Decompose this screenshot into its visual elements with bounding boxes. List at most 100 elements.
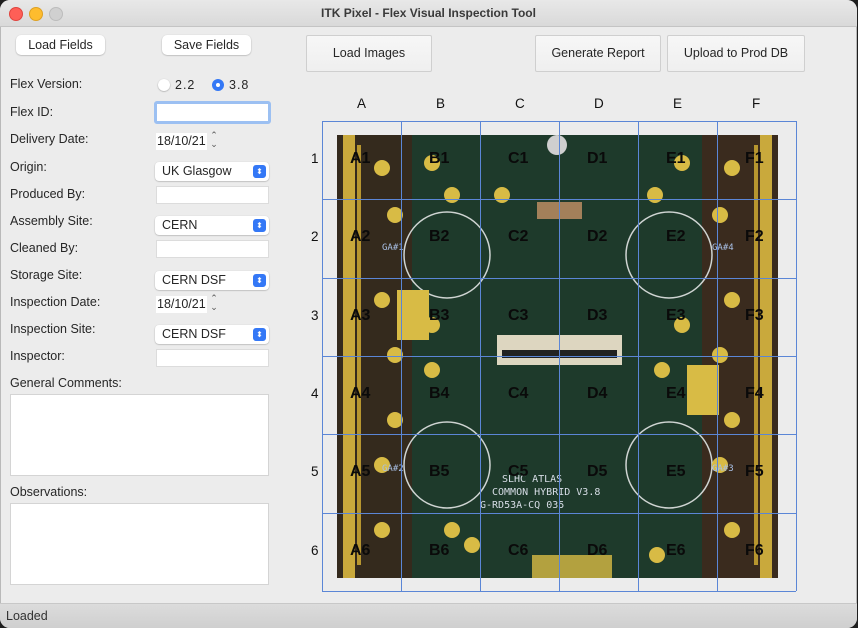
- row-header-4: 4: [311, 385, 319, 401]
- grid-cell-f1[interactable]: F1: [745, 150, 764, 168]
- grid-cell-a1[interactable]: A1: [350, 150, 370, 168]
- grid-cell-a4[interactable]: A4: [350, 385, 370, 403]
- load-images-button[interactable]: Load Images: [306, 35, 432, 72]
- grid-cell-b3[interactable]: B3: [429, 307, 449, 325]
- chevron-up-down-icon: ⬍: [253, 165, 266, 178]
- cleaned-by-input[interactable]: [156, 240, 269, 258]
- grid-line-horizontal: [322, 513, 796, 514]
- inspection-date-label: Inspection Date:: [10, 295, 101, 309]
- upload-prod-db-button[interactable]: Upload to Prod DB: [667, 35, 805, 72]
- assembly-site-label: Assembly Site:: [10, 214, 93, 228]
- grid-cell-f2[interactable]: F2: [745, 228, 764, 246]
- grid-cell-c4[interactable]: C4: [508, 385, 528, 403]
- storage-site-select[interactable]: CERN DSF ⬍: [155, 271, 269, 290]
- grid-line-horizontal: [322, 278, 796, 279]
- assembly-site-value: CERN: [162, 218, 198, 232]
- inspection-date-value[interactable]: 18/10/21: [156, 296, 207, 313]
- produced-by-label: Produced By:: [10, 187, 86, 201]
- grid-cell-c5[interactable]: C5: [508, 463, 528, 481]
- grid-cell-f5[interactable]: F5: [745, 463, 764, 481]
- origin-value: UK Glasgow: [162, 164, 232, 178]
- grid-cell-a6[interactable]: A6: [350, 542, 370, 560]
- title-bar: ITK Pixel - Flex Visual Inspection Tool: [0, 0, 857, 27]
- grid-cell-e6[interactable]: E6: [666, 542, 686, 560]
- grid-cell-e4[interactable]: E4: [666, 385, 686, 403]
- grid-cell-f6[interactable]: F6: [745, 542, 764, 560]
- inspector-label: Inspector:: [10, 349, 65, 363]
- grid-cell-f3[interactable]: F3: [745, 307, 764, 325]
- storage-site-label: Storage Site:: [10, 268, 83, 282]
- grid-cell-c1[interactable]: C1: [508, 150, 528, 168]
- inspection-site-select[interactable]: CERN DSF ⬍: [155, 325, 269, 344]
- grid-cell-e5[interactable]: E5: [666, 463, 686, 481]
- produced-by-input[interactable]: [156, 186, 269, 204]
- flex-id-input[interactable]: [154, 101, 271, 124]
- grid-cell-c3[interactable]: C3: [508, 307, 528, 325]
- row-header-6: 6: [311, 542, 319, 558]
- general-comments-label: General Comments:: [10, 376, 122, 390]
- column-header-f: F: [752, 96, 761, 111]
- column-header-e: E: [673, 96, 683, 111]
- window-title: ITK Pixel - Flex Visual Inspection Tool: [321, 6, 536, 20]
- status-text: Loaded: [6, 609, 48, 623]
- chevron-up-down-icon: ⬍: [253, 328, 266, 341]
- grid-cell-d2[interactable]: D2: [587, 228, 607, 246]
- grid-cell-d1[interactable]: D1: [587, 150, 607, 168]
- grid-cell-b5[interactable]: B5: [429, 463, 449, 481]
- grid-cell-a3[interactable]: A3: [350, 307, 370, 325]
- grid-line-horizontal: [322, 591, 796, 592]
- inspection-date-stepper-icon[interactable]: ⌃ ⌄: [208, 294, 220, 314]
- assembly-site-select[interactable]: CERN ⬍: [155, 216, 269, 235]
- grid-cell-e3[interactable]: E3: [666, 307, 686, 325]
- grid-cell-d3[interactable]: D3: [587, 307, 607, 325]
- delivery-date-value[interactable]: 18/10/21: [156, 133, 207, 150]
- grid-cell-c6[interactable]: C6: [508, 542, 528, 560]
- column-header-b: B: [436, 96, 446, 111]
- delivery-date-label: Delivery Date:: [10, 132, 89, 146]
- grid-line-horizontal: [322, 121, 796, 122]
- flex-version-radio-3-8[interactable]: [212, 79, 224, 91]
- status-bar: Loaded: [0, 603, 857, 628]
- inspector-input[interactable]: [156, 349, 269, 367]
- grid-cell-e2[interactable]: E2: [666, 228, 686, 246]
- grid-cell-d4[interactable]: D4: [587, 385, 607, 403]
- grid-cell-e1[interactable]: E1: [666, 150, 686, 168]
- grid-cell-c2[interactable]: C2: [508, 228, 528, 246]
- grid-cell-b2[interactable]: B2: [429, 228, 449, 246]
- generate-report-button[interactable]: Generate Report: [535, 35, 661, 72]
- observations-textarea[interactable]: [10, 503, 269, 585]
- chevron-up-down-icon: ⬍: [253, 219, 266, 232]
- observations-label: Observations:: [10, 485, 88, 499]
- grid-line-horizontal: [322, 434, 796, 435]
- grid-cell-b6[interactable]: B6: [429, 542, 449, 560]
- grid-cell-d5[interactable]: D5: [587, 463, 607, 481]
- chevron-up-down-icon: ⬍: [253, 274, 266, 287]
- origin-label: Origin:: [10, 160, 47, 174]
- grid-cell-d6[interactable]: D6: [587, 542, 607, 560]
- load-fields-button[interactable]: Load Fields: [16, 35, 105, 55]
- row-header-3: 3: [311, 307, 319, 323]
- delivery-date-stepper-icon[interactable]: ⌃ ⌄: [208, 131, 220, 151]
- grid-line-horizontal: [322, 356, 796, 357]
- storage-site-value: CERN DSF: [162, 273, 226, 287]
- flex-version-option-2-2: 2.2: [175, 78, 196, 92]
- inspection-site-label: Inspection Site:: [10, 322, 96, 336]
- grid-cell-a2[interactable]: A2: [350, 228, 370, 246]
- app-window: ITK Pixel - Flex Visual Inspection Tool …: [0, 0, 857, 628]
- grid-cell-f4[interactable]: F4: [745, 385, 764, 403]
- grid-line-horizontal: [322, 199, 796, 200]
- origin-select[interactable]: UK Glasgow ⬍: [155, 162, 269, 181]
- flex-id-label: Flex ID:: [10, 105, 54, 119]
- column-header-a: A: [357, 96, 367, 111]
- flex-version-radio-2-2[interactable]: [158, 79, 170, 91]
- general-comments-textarea[interactable]: [10, 394, 269, 476]
- inspection-grid[interactable]: A1 B1 C1 D1 E1 F1 A2 B2 C2 D2 E2 F2 A3 B3 C3 D3 E3 F3 A4 B4…: [322, 121, 797, 592]
- column-header-c: C: [515, 96, 525, 111]
- save-fields-button[interactable]: Save Fields: [162, 35, 251, 55]
- grid-cell-a5[interactable]: A5: [350, 463, 370, 481]
- grid-cell-b4[interactable]: B4: [429, 385, 449, 403]
- grid-cell-b1[interactable]: B1: [429, 150, 449, 168]
- row-header-1: 1: [311, 151, 319, 166]
- flex-version-option-3-8: 3.8: [229, 78, 250, 92]
- cleaned-by-label: Cleaned By:: [10, 241, 79, 255]
